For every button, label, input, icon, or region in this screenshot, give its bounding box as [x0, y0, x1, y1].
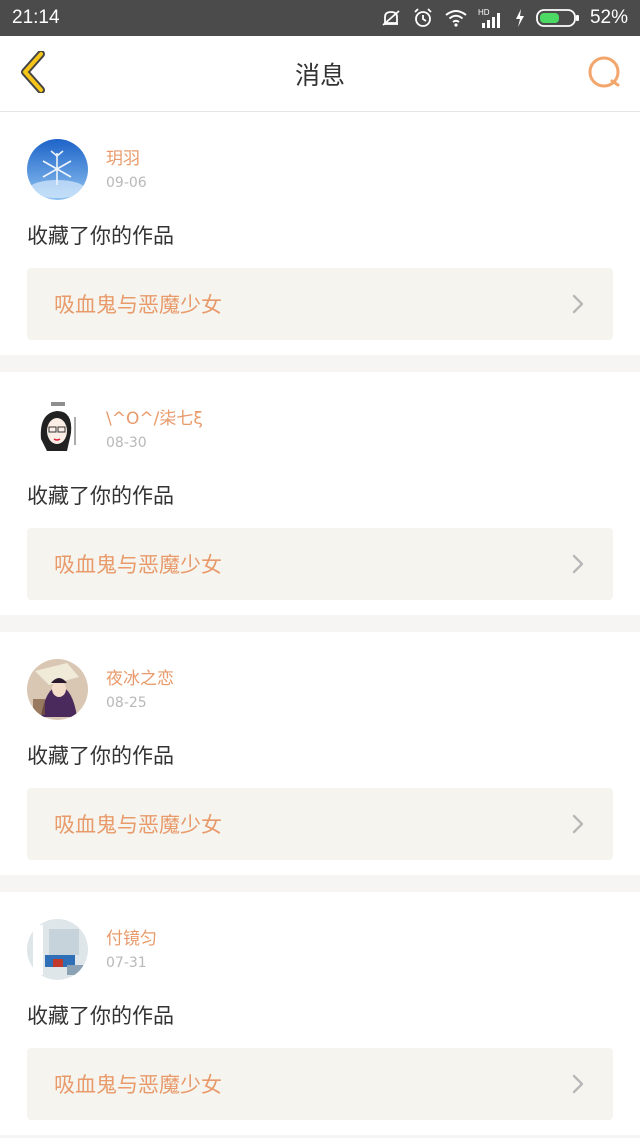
work-title: 吸血鬼与恶魔少女	[54, 1073, 222, 1097]
avatar[interactable]	[27, 919, 88, 980]
message-card: \^O^/柒七ξ 08-30 收藏了你的作品 吸血鬼与恶魔少女	[0, 372, 640, 615]
action-text: 收藏了你的作品	[27, 484, 174, 508]
avatar[interactable]	[27, 659, 88, 720]
back-button[interactable]	[14, 50, 54, 97]
work-title: 吸血鬼与恶魔少女	[54, 293, 222, 317]
message-card: 夜冰之恋 08-25 收藏了你的作品 吸血鬼与恶魔少女	[0, 632, 640, 875]
username[interactable]: \^O^/柒七ξ	[106, 409, 203, 429]
message-card: 付镜匀 07-31 收藏了你的作品 吸血鬼与恶魔少女	[0, 892, 640, 1135]
hd-signal-icon: HD	[478, 7, 504, 29]
charging-icon	[514, 8, 526, 28]
chevron-right-icon	[571, 292, 587, 316]
message-date: 08-30	[106, 435, 147, 451]
action-text: 收藏了你的作品	[27, 744, 174, 768]
username[interactable]: 付镜匀	[106, 929, 157, 949]
work-link[interactable]: 吸血鬼与恶魔少女	[27, 788, 613, 860]
message-date: 08-25	[106, 695, 147, 711]
work-link[interactable]: 吸血鬼与恶魔少女	[27, 1048, 613, 1120]
alarm-icon	[412, 7, 434, 29]
mute-icon	[380, 7, 402, 29]
status-icons: HD 52%	[380, 7, 628, 29]
work-title: 吸血鬼与恶魔少女	[54, 553, 222, 577]
work-title: 吸血鬼与恶魔少女	[54, 813, 222, 837]
work-link[interactable]: 吸血鬼与恶魔少女	[27, 528, 613, 600]
status-time: 21:14	[12, 7, 60, 28]
message-date: 07-31	[106, 955, 147, 971]
username[interactable]: 玥羽	[106, 149, 147, 169]
avatar[interactable]	[27, 139, 88, 200]
chevron-left-icon	[19, 50, 49, 97]
chevron-right-icon	[571, 552, 587, 576]
search-icon	[587, 55, 623, 95]
status-bar: 21:14 HD 52%	[0, 0, 640, 36]
top-nav-bar: 消息	[0, 36, 640, 112]
username[interactable]: 夜冰之恋	[106, 669, 174, 689]
message-list: 玥羽 09-06 收藏了你的作品 吸血鬼与恶魔少女 \^O^/柒七ξ 08-30…	[0, 112, 640, 1135]
page-title: 消息	[294, 60, 345, 90]
search-button[interactable]	[586, 56, 624, 94]
wifi-icon	[444, 8, 468, 28]
avatar[interactable]	[27, 399, 88, 460]
chevron-right-icon	[571, 1072, 587, 1096]
action-text: 收藏了你的作品	[27, 224, 174, 248]
action-text: 收藏了你的作品	[27, 1004, 174, 1028]
battery-percent: 52%	[589, 7, 628, 28]
message-date: 09-06	[106, 175, 147, 191]
svg-text:HD: HD	[478, 8, 490, 17]
chevron-right-icon	[571, 812, 587, 836]
work-link[interactable]: 吸血鬼与恶魔少女	[27, 268, 613, 340]
battery-icon	[536, 8, 580, 28]
message-card: 玥羽 09-06 收藏了你的作品 吸血鬼与恶魔少女	[0, 112, 640, 355]
